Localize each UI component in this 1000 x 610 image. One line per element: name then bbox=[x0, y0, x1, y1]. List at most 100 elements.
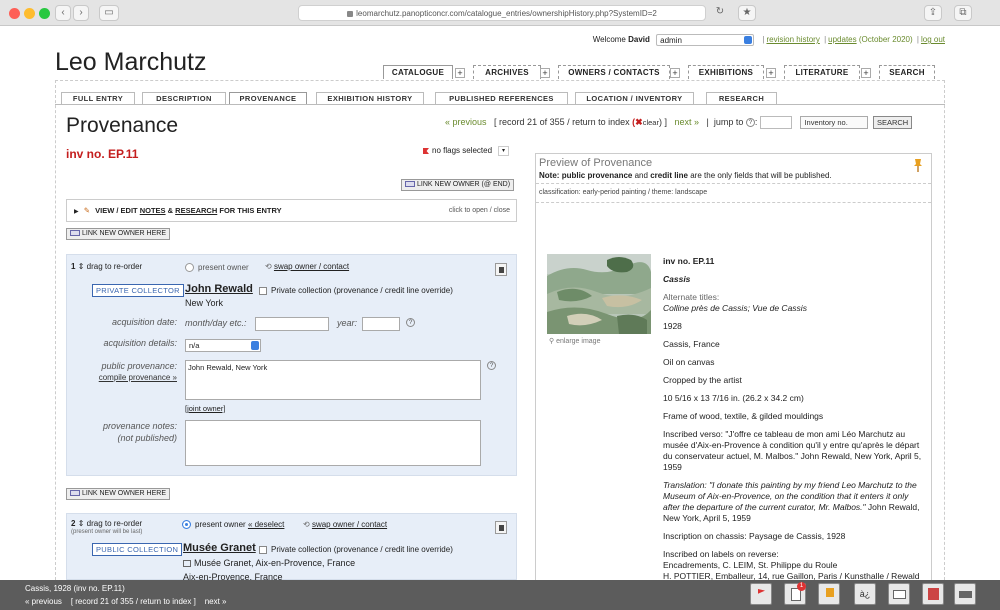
year-input[interactable] bbox=[362, 317, 400, 331]
subtab-exhibition-history[interactable]: EXHIBITION HISTORY bbox=[316, 92, 424, 104]
welcome-label: Welcome bbox=[592, 35, 626, 45]
close-window-button[interactable] bbox=[9, 8, 20, 19]
owner-name-link[interactable]: John Rewald bbox=[185, 283, 253, 295]
chevron-down-icon[interactable]: ▾ bbox=[498, 146, 510, 156]
jump-to-input[interactable] bbox=[759, 116, 792, 129]
revision-history-link[interactable]: revision history bbox=[766, 35, 819, 44]
public-provenance-textarea[interactable]: John Rewald, New York bbox=[185, 360, 481, 400]
private-collection-label: Private collection (provenance / credit … bbox=[271, 545, 453, 554]
tab-exhibitions[interactable]: EXHIBITIONS bbox=[688, 65, 764, 79]
present-owner-radio[interactable] bbox=[182, 520, 191, 530]
deselect-link[interactable]: « deselect bbox=[248, 520, 284, 529]
owner-name-link[interactable]: Musée Granet bbox=[183, 542, 256, 554]
link-new-owner-end-button[interactable]: LINK NEW OWNER (@ END) bbox=[401, 179, 515, 191]
provenance-notes-textarea[interactable] bbox=[185, 420, 481, 466]
enlarge-image-link[interactable]: ⚲ enlarge image bbox=[549, 337, 600, 345]
ampersand-text: & bbox=[167, 206, 174, 215]
extension-icon[interactable]: ★ bbox=[738, 5, 756, 21]
private-collection-checkbox[interactable] bbox=[259, 545, 267, 554]
help-icon[interactable]: ? bbox=[406, 318, 415, 327]
subtab-description[interactable]: DESCRIPTION bbox=[142, 92, 226, 104]
previous-record-link[interactable]: « previous bbox=[445, 117, 487, 127]
help-icon[interactable]: ? bbox=[745, 118, 755, 127]
link-new-owner-here-button-2[interactable]: LINK NEW OWNER HERE bbox=[66, 488, 171, 500]
note-and: and bbox=[634, 171, 648, 180]
trash-icon[interactable] bbox=[495, 263, 507, 276]
private-collection-option[interactable]: Private collection (provenance / credit … bbox=[259, 286, 453, 295]
month-day-input[interactable] bbox=[255, 317, 329, 331]
subtab-location-inventory[interactable]: LOCATION / INVENTORY bbox=[575, 92, 694, 104]
tabs-overview-icon[interactable]: ⧉ bbox=[954, 5, 972, 21]
painting-thumbnail[interactable] bbox=[547, 254, 651, 334]
tab-literature-add-icon[interactable]: + bbox=[861, 68, 871, 78]
jump-search-button[interactable]: SEARCH bbox=[872, 116, 913, 129]
swap-owner-link[interactable]: ⟲ swap owner / contact bbox=[303, 520, 387, 529]
return-to-index-link[interactable]: return to index bbox=[572, 117, 630, 127]
site-logo[interactable]: Leo Marchutz bbox=[55, 48, 206, 77]
log-out-link[interactable]: log out bbox=[921, 35, 945, 44]
back-icon[interactable]: ‹ bbox=[55, 5, 71, 21]
clear-x-icon[interactable]: (✖ bbox=[632, 117, 643, 127]
trash-icon[interactable] bbox=[495, 521, 507, 534]
user-select[interactable]: admin bbox=[656, 34, 755, 46]
link-new-owner-here-button[interactable]: LINK NEW OWNER HERE bbox=[66, 228, 171, 240]
joint-owner-link[interactable]: [joint owner] bbox=[185, 404, 225, 413]
tab-search[interactable]: SEARCH bbox=[879, 65, 935, 79]
enlarge-image-label: enlarge image bbox=[556, 338, 601, 345]
tab-catalogue-add-icon[interactable]: + bbox=[455, 68, 465, 78]
flags-selector[interactable]: no flags selected ▾ bbox=[423, 146, 510, 156]
share-icon[interactable]: ⇪ bbox=[924, 5, 942, 21]
month-day-label: month/day etc.: bbox=[185, 318, 247, 328]
compile-provenance-link[interactable]: compile provenance » bbox=[77, 373, 177, 382]
tab-archives-add-icon[interactable]: + bbox=[540, 68, 550, 78]
bottom-navigation: « previous [ record 21 of 355 / return t… bbox=[25, 597, 227, 606]
present-owner-radio[interactable] bbox=[185, 263, 194, 273]
tab-archives[interactable]: ARCHIVES bbox=[473, 65, 541, 79]
notes-link[interactable]: NOTES bbox=[140, 206, 166, 215]
owner-1-drag-handle[interactable]: 1 ⇕ drag to re-order bbox=[71, 262, 142, 271]
detail-frame: Frame of wood, textile, & gilded mouldin… bbox=[663, 411, 824, 421]
subtab-full-entry[interactable]: FULL ENTRY bbox=[61, 92, 135, 104]
reload-icon[interactable]: ↻ bbox=[712, 5, 728, 21]
pin-icon[interactable] bbox=[818, 583, 840, 605]
sidebar-icon[interactable]: ▭ bbox=[99, 5, 119, 21]
jump-field-select[interactable]: Inventory no. bbox=[800, 116, 869, 129]
flag-icon[interactable] bbox=[750, 583, 772, 605]
swap-owner-link[interactable]: ⟲ swap owner / contact bbox=[265, 262, 349, 271]
pin-icon[interactable] bbox=[913, 158, 923, 173]
acquisition-details-select[interactable]: n/a bbox=[185, 339, 261, 352]
print-icon[interactable] bbox=[954, 583, 976, 605]
private-collection-option[interactable]: Private collection (provenance / credit … bbox=[259, 545, 453, 554]
minimize-window-button[interactable] bbox=[24, 8, 35, 19]
clear-link[interactable]: clear bbox=[643, 118, 659, 127]
tab-literature[interactable]: LITERATURE bbox=[784, 65, 860, 79]
address-bar[interactable]: leomarchutz.panopticoncr.com/catalogue_e… bbox=[298, 5, 706, 21]
tab-owners-contacts[interactable]: OWNERS / CONTACTS bbox=[558, 65, 670, 79]
save-icon[interactable] bbox=[922, 583, 944, 605]
private-collection-checkbox[interactable] bbox=[259, 286, 267, 295]
present-owner-label: present owner bbox=[198, 263, 249, 272]
jump-field-value: Inventory no. bbox=[804, 118, 848, 127]
bottom-previous-link[interactable]: « previous bbox=[25, 597, 62, 606]
tab-owners-add-icon[interactable]: + bbox=[670, 68, 680, 78]
research-link[interactable]: RESEARCH bbox=[175, 206, 217, 215]
present-owner-option[interactable]: present owner bbox=[185, 263, 249, 273]
spellcheck-icon[interactable]: à¿ bbox=[854, 583, 876, 605]
owner-2-drag-handle[interactable]: 2 ⇕ drag to re-order bbox=[71, 519, 142, 528]
tab-catalogue[interactable]: CATALOGUE bbox=[383, 65, 453, 79]
subtab-research[interactable]: RESEARCH bbox=[706, 92, 777, 104]
notes-research-toggle[interactable]: ▶ ✎ VIEW / EDIT NOTES & RESEARCH FOR THI… bbox=[66, 199, 517, 222]
bottom-return-to-index-link[interactable]: return to index bbox=[140, 597, 191, 606]
tab-exhibitions-add-icon[interactable]: + bbox=[766, 68, 776, 78]
bottom-next-link[interactable]: next » bbox=[205, 597, 227, 606]
mail-icon[interactable] bbox=[888, 583, 910, 605]
help-icon[interactable]: ? bbox=[487, 361, 496, 370]
owner-address-line: Musée Granet, Aix-en-Provence, France bbox=[183, 558, 355, 568]
next-record-link[interactable]: next » bbox=[675, 117, 700, 127]
owner-type-tag: PRIVATE COLLECTOR bbox=[92, 284, 184, 297]
subtab-published-references[interactable]: PUBLISHED REFERENCES bbox=[435, 92, 568, 104]
forward-icon[interactable]: › bbox=[73, 5, 89, 21]
zoom-window-button[interactable] bbox=[39, 8, 50, 19]
updates-link[interactable]: updates bbox=[828, 35, 856, 44]
present-owner-option[interactable]: present owner « deselect bbox=[182, 520, 284, 530]
